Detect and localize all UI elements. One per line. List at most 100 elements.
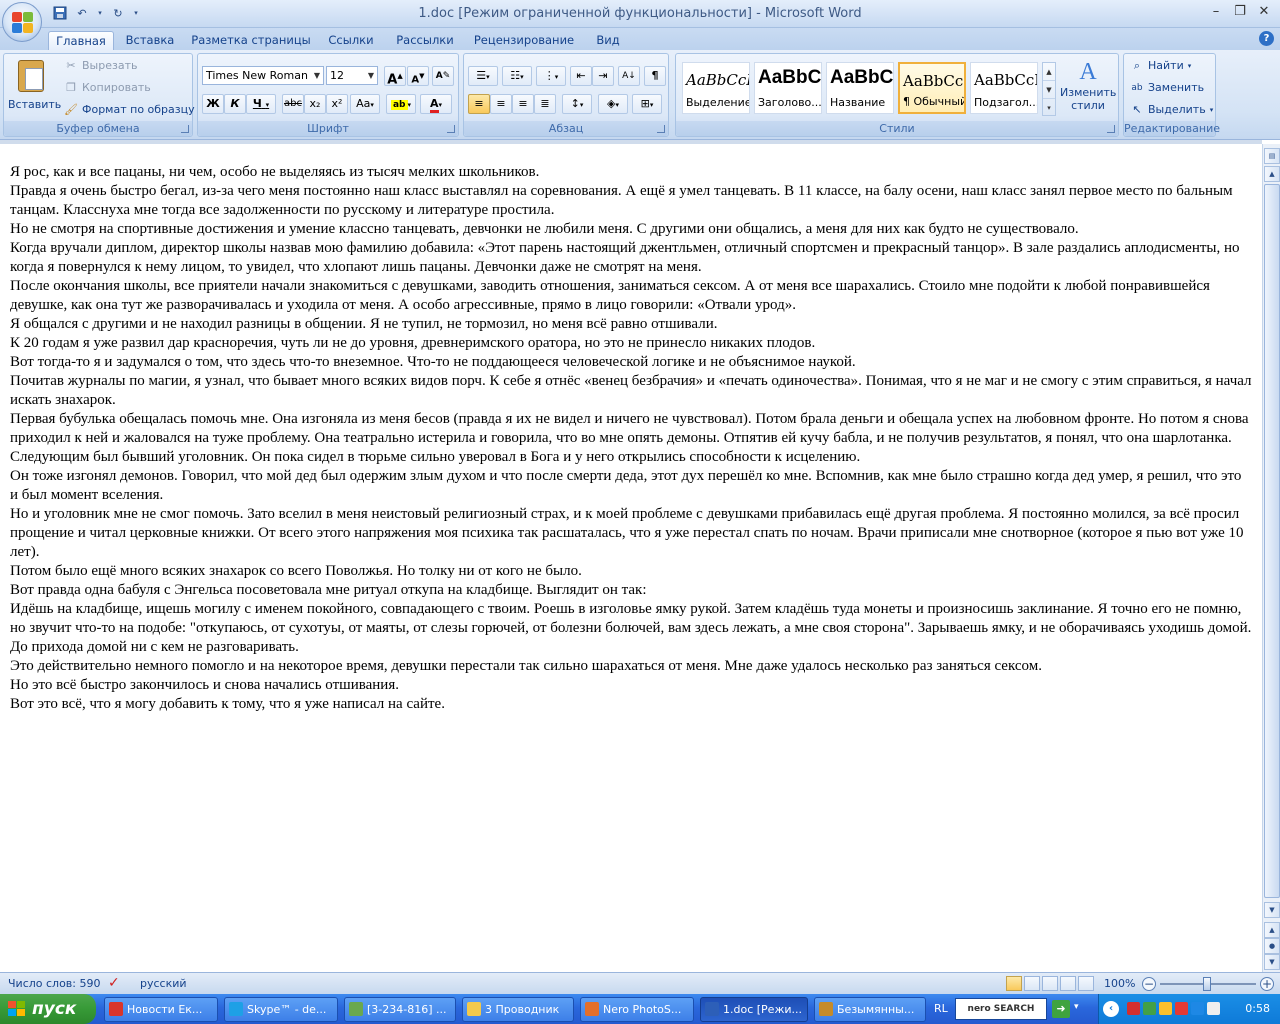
previous-page-icon[interactable]: ▲ <box>1264 922 1280 938</box>
document-paragraph[interactable]: Правда я очень быстро бегал, из-за чего … <box>10 182 1252 220</box>
style-title[interactable]: AaBbC Название <box>826 62 894 114</box>
clipboard-dialog-launcher-icon[interactable] <box>181 125 189 133</box>
line-spacing-button[interactable]: ↕▾ <box>562 94 592 114</box>
style-normal[interactable]: AaBbCcI ¶ Обычный <box>898 62 966 114</box>
document-paragraph[interactable]: Но и уголовник мне не смог помочь. Зато … <box>10 505 1252 562</box>
help-icon[interactable]: ? <box>1259 31 1274 46</box>
scroll-down-icon[interactable]: ▼ <box>1264 902 1280 918</box>
tab-insert[interactable]: Вставка <box>122 31 178 50</box>
taskbar-item[interactable]: [3-234-816] ... <box>344 997 456 1022</box>
align-right-button[interactable]: ≡ <box>512 94 534 114</box>
cut-button[interactable]: ✂ Вырезать <box>64 56 137 76</box>
bullets-button[interactable]: ☰▾ <box>468 66 498 86</box>
document-paragraph[interactable]: Я общался с другими и не находил разницы… <box>10 315 1252 334</box>
taskbar-item[interactable]: Nero PhotoS... <box>580 997 694 1022</box>
shading-button[interactable]: ◈▾ <box>598 94 628 114</box>
font-name-combo[interactable]: Times New Roman ▼ <box>202 66 324 85</box>
shrink-font-button[interactable]: A▼ <box>407 66 429 86</box>
document-paragraph[interactable]: Когда вручали диплом, директор школы наз… <box>10 239 1252 277</box>
tray-volume-icon[interactable] <box>1207 1002 1220 1015</box>
borders-button[interactable]: ⊞▾ <box>632 94 662 114</box>
style-heading[interactable]: AaBbC Заголово... <box>754 62 822 114</box>
sort-button[interactable]: A↓ <box>618 66 640 86</box>
tray-network-icon[interactable] <box>1159 1002 1172 1015</box>
style-subtitle[interactable]: AaBbCcI Подзагол... <box>970 62 1038 114</box>
paragraph-dialog-launcher-icon[interactable] <box>657 125 665 133</box>
next-page-icon[interactable]: ▼ <box>1264 954 1280 970</box>
paste-button[interactable]: Вставить <box>8 58 61 116</box>
document-paragraph[interactable]: Это действительно немного помогло и на н… <box>10 657 1252 676</box>
zoom-out-icon[interactable]: − <box>1142 977 1156 991</box>
align-center-button[interactable]: ≡ <box>490 94 512 114</box>
minimize-button[interactable]: – <box>1204 3 1228 21</box>
italic-button[interactable]: К <box>224 94 246 114</box>
zoom-in-icon[interactable]: + <box>1260 977 1274 991</box>
font-dialog-launcher-icon[interactable] <box>447 125 455 133</box>
document-paragraph[interactable]: Следующим был бывший уголовник. Он пока … <box>10 448 1252 467</box>
tray-skype-icon[interactable] <box>1191 1002 1204 1015</box>
copy-button[interactable]: ❐ Копировать <box>64 78 151 98</box>
strikethrough-button[interactable]: abc <box>282 94 304 114</box>
document-paragraph[interactable]: Вот тогда-то я и задумался о том, что зд… <box>10 353 1252 372</box>
tab-home[interactable]: Главная <box>48 31 114 50</box>
clear-formatting-button[interactable]: A✎ <box>432 66 454 86</box>
align-left-button[interactable]: ≡ <box>468 94 490 114</box>
subscript-button[interactable]: x₂ <box>304 94 326 114</box>
chevron-up-icon[interactable]: ▲ <box>1043 63 1055 81</box>
font-color-button[interactable]: A▾ <box>420 94 452 114</box>
bold-button[interactable]: Ж <box>202 94 224 114</box>
word-count[interactable]: Число слов: 590 <box>8 977 101 990</box>
print-layout-icon[interactable] <box>1006 976 1022 991</box>
zoom-level[interactable]: 100% <box>1104 977 1135 990</box>
document-paragraph[interactable]: Вот правда одна бабуля с Энгельса посове… <box>10 581 1252 600</box>
document-page[interactable]: Я рос, как и все пацаны, ни чем, особо н… <box>0 144 1262 972</box>
start-button[interactable]: пуск <box>0 994 96 1024</box>
tab-references[interactable]: Ссылки <box>322 31 380 50</box>
document-paragraph[interactable]: После окончания школы, все приятели нача… <box>10 277 1252 315</box>
tray-flag-icon[interactable] <box>1127 1002 1140 1015</box>
scroll-up-icon[interactable]: ▲ <box>1264 166 1280 182</box>
show-formatting-button[interactable]: ¶ <box>644 66 666 86</box>
language-indicator[interactable]: русский <box>140 977 187 990</box>
tab-mailings[interactable]: Рассылки <box>390 31 460 50</box>
tab-page-layout[interactable]: Разметка страницы <box>190 31 312 50</box>
select-button[interactable]: ↖ Выделить ▾ <box>1130 100 1213 120</box>
scroll-thumb[interactable] <box>1264 184 1280 898</box>
decrease-indent-button[interactable]: ⇤ <box>570 66 592 86</box>
tray-antivirus-icon[interactable] <box>1175 1002 1188 1015</box>
chevron-down-icon[interactable]: ▼ <box>1043 81 1055 99</box>
document-paragraph[interactable]: Он тоже изгонял демонов. Говорил, что мо… <box>10 467 1252 505</box>
taskbar-item[interactable]: Безымянны... <box>814 997 926 1022</box>
taskbar-item[interactable]: 3 Проводник <box>462 997 574 1022</box>
multilevel-list-button[interactable]: ⋮▾ <box>536 66 566 86</box>
tab-review[interactable]: Рецензирование <box>470 31 578 50</box>
document-text[interactable]: Я рос, как и все пацаны, ни чем, особо н… <box>10 163 1252 714</box>
document-paragraph[interactable]: Первая бубулька обещалась помочь мне. Он… <box>10 410 1252 448</box>
font-size-combo[interactable]: 12 ▼ <box>326 66 378 85</box>
find-button[interactable]: ⌕ Найти ▾ <box>1130 56 1191 76</box>
document-paragraph[interactable]: Идёшь на кладбище, ищешь могилу с именем… <box>10 600 1252 657</box>
restore-button[interactable]: ❐ <box>1228 3 1252 21</box>
format-painter-button[interactable]: 🖌 Формат по образцу <box>64 100 195 120</box>
document-paragraph[interactable]: Но не смотря на спортивные достижения и … <box>10 220 1252 239</box>
draft-view-icon[interactable] <box>1078 976 1094 991</box>
justify-button[interactable]: ≣ <box>534 94 556 114</box>
underline-button[interactable]: Ч ▾ <box>246 94 276 114</box>
tab-view[interactable]: Вид <box>588 31 628 50</box>
highlight-button[interactable]: ab ▾ <box>386 94 416 114</box>
outline-view-icon[interactable] <box>1060 976 1076 991</box>
taskbar-item[interactable]: Skype™ - de... <box>224 997 338 1022</box>
vertical-scrollbar[interactable]: ▤ ▲ ▼ ▲ ● ▼ <box>1262 144 1280 972</box>
tray-shield-icon[interactable] <box>1143 1002 1156 1015</box>
increase-indent-button[interactable]: ⇥ <box>592 66 614 86</box>
go-arrow-icon[interactable]: ➜ <box>1052 1000 1070 1018</box>
document-paragraph[interactable]: Я рос, как и все пацаны, ни чем, особо н… <box>10 163 1252 182</box>
document-paragraph[interactable]: К 20 годам я уже развил дар красноречия,… <box>10 334 1252 353</box>
replace-button[interactable]: ab Заменить <box>1130 78 1204 98</box>
ruler-toggle-icon[interactable]: ▤ <box>1264 148 1280 164</box>
browse-object-icon[interactable]: ● <box>1264 938 1280 954</box>
taskbar-item[interactable]: 1.doc [Режи... <box>700 997 808 1022</box>
close-button[interactable]: ✕ <box>1252 3 1276 21</box>
document-paragraph[interactable]: Потом было ещё много всяких знахарок со … <box>10 562 1252 581</box>
document-paragraph[interactable]: Но это всё быстро закончилось и снова на… <box>10 676 1252 695</box>
